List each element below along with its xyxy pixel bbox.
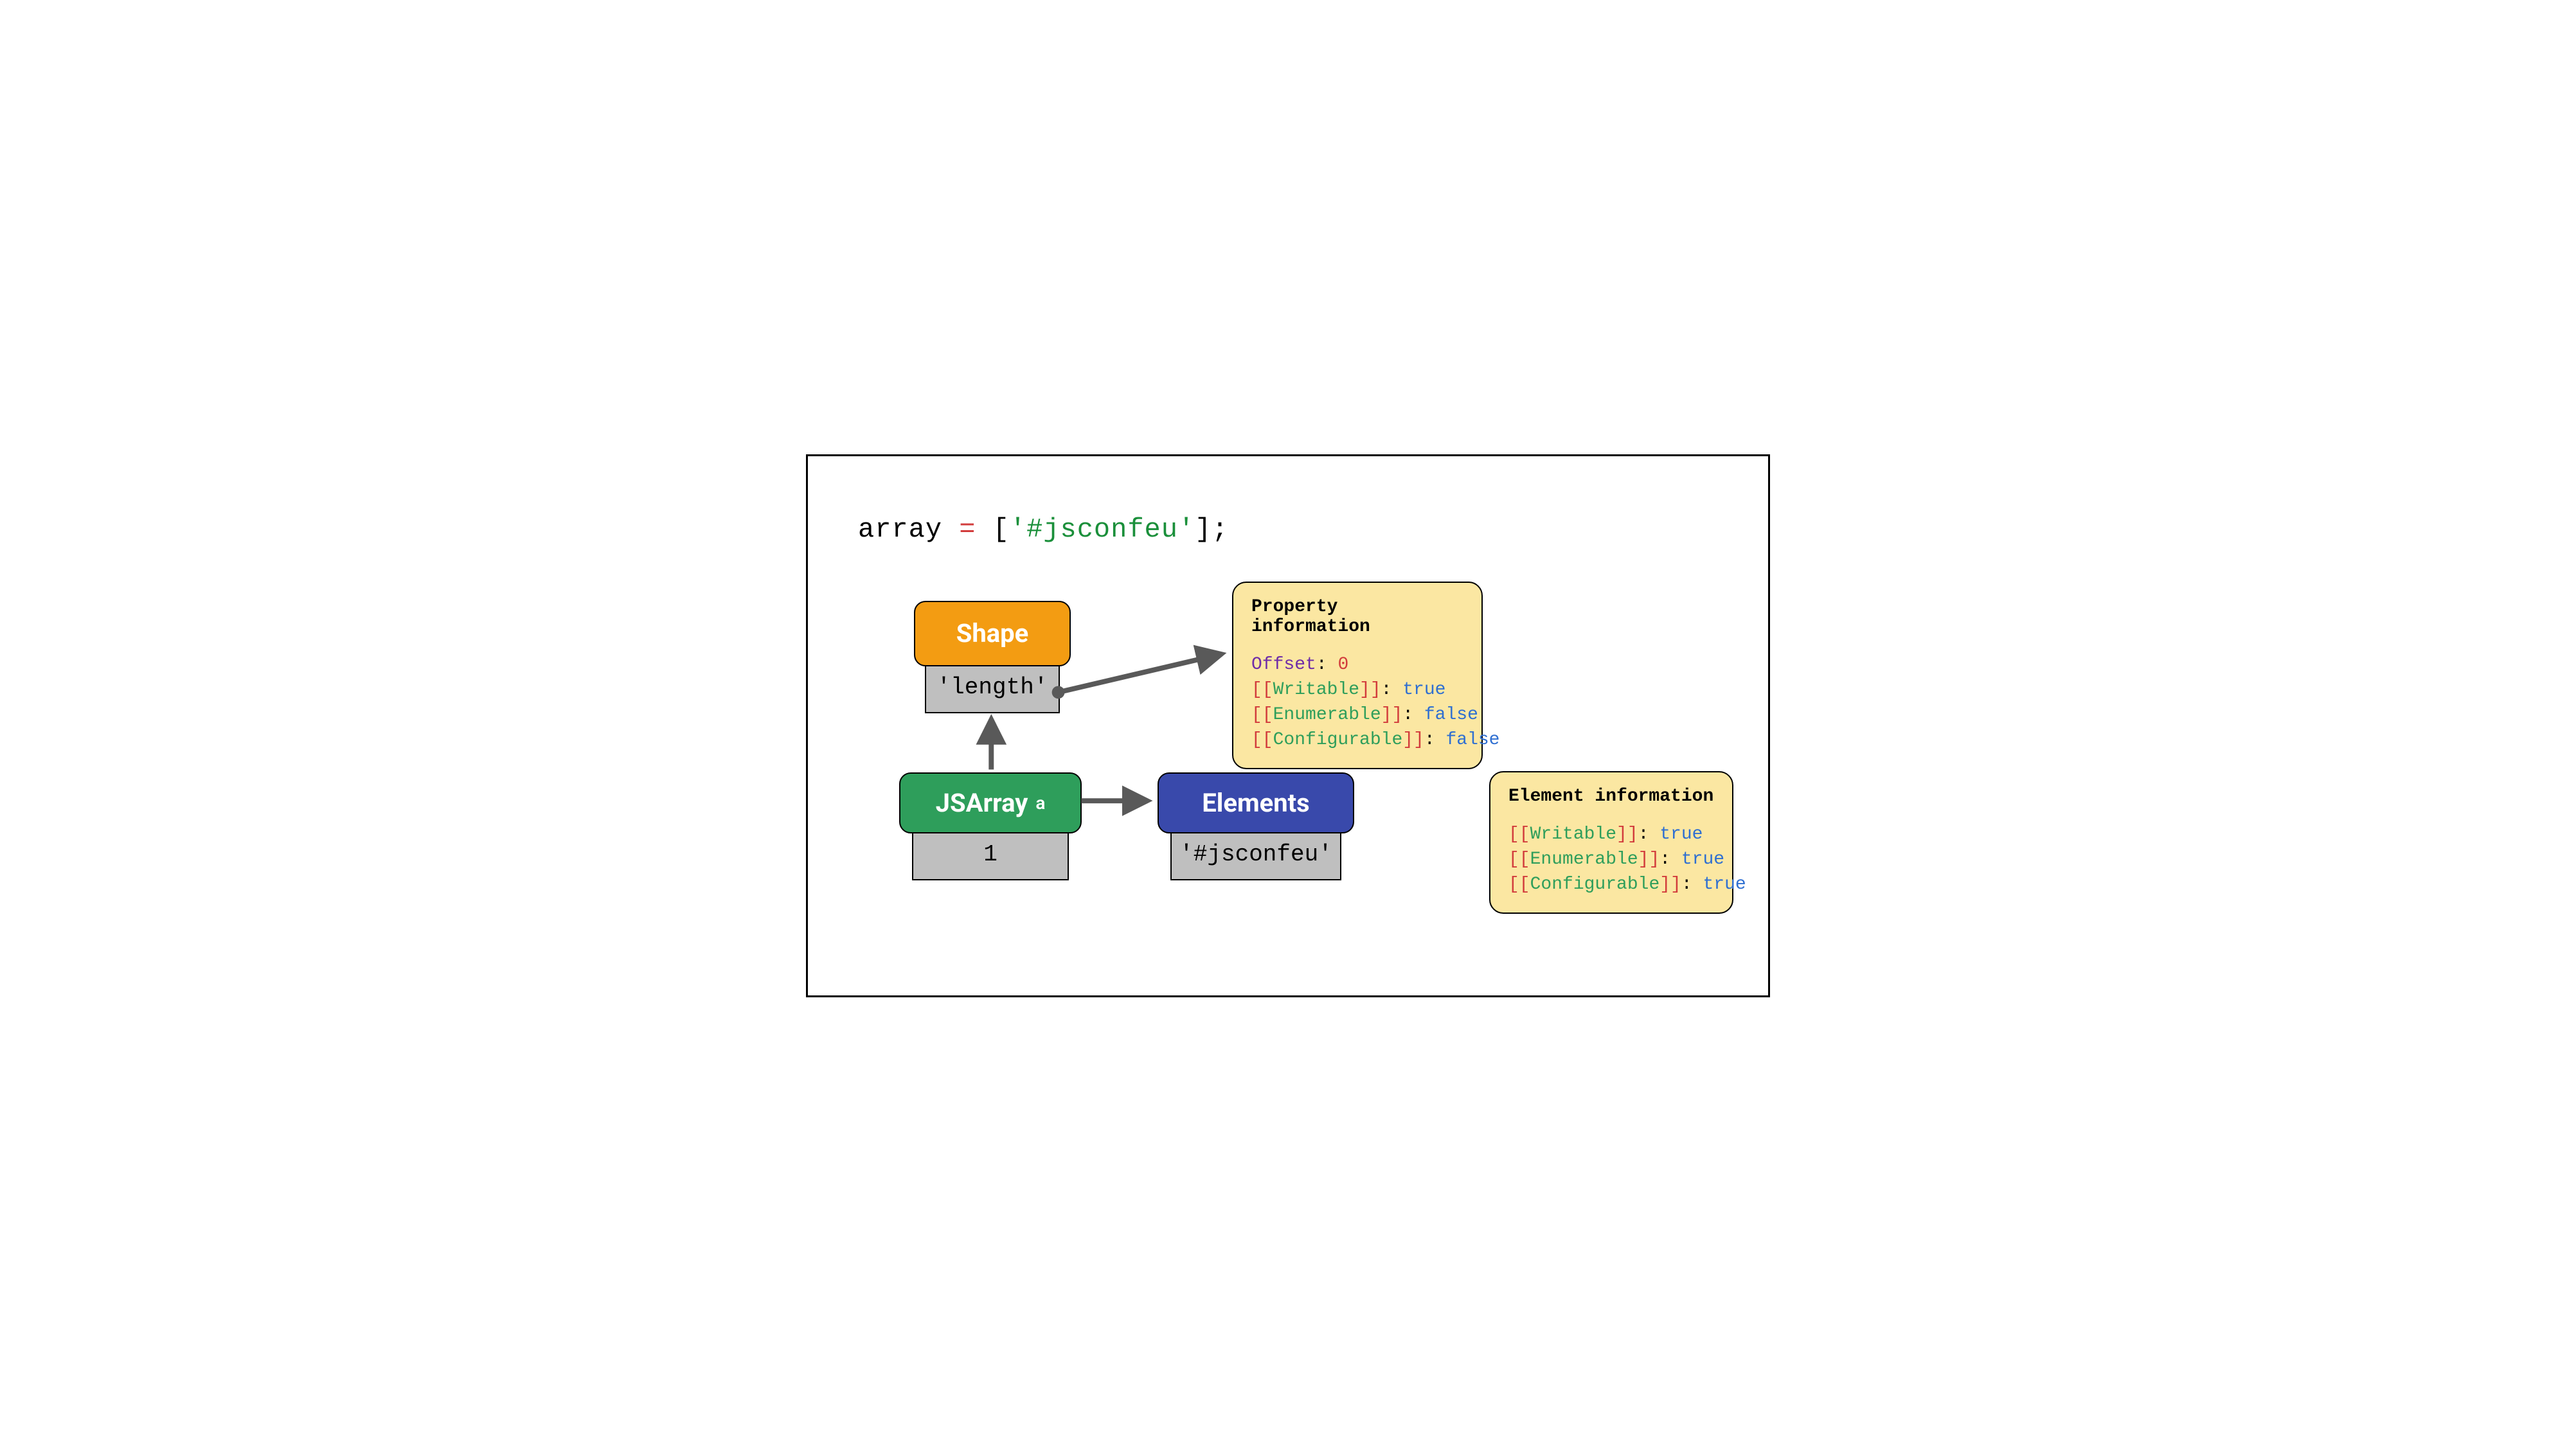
jsarray-length-slot: 1 [912,829,1069,880]
propinfo-enumerable: [[Enumerable]]: false [1251,702,1463,727]
shape-length-label: 'length' [937,674,1048,700]
propinfo-writable: [[[[Writable]]Writable]]: true [1251,677,1463,702]
shape-title: Shape [956,618,1029,648]
property-info-title: Property information [1251,597,1463,637]
code-varname: array [858,514,942,545]
jsarray-length-value: 1 [983,841,997,868]
code-string-open: ' [1010,514,1026,545]
elements-value: '#jsconfeu' [1179,841,1332,868]
code-bracket-close: ] [1195,514,1212,545]
code-declaration: array = ['#jsconfeu']; [858,514,1229,545]
code-semicolon: ; [1212,514,1228,545]
code-equals: = [942,514,993,545]
jsarray-box: JSArray a [899,772,1082,833]
propinfo-offset: Offset: 0 [1251,652,1463,677]
slide-frame: array = ['#jsconfeu']; Shape 'length' JS… [806,454,1770,997]
arrow-length-to-propinfo [1059,654,1222,692]
element-info-title: Element information [1508,787,1714,806]
jsarray-title: JSArray [936,788,1028,818]
propinfo-configurable: [[Configurable]]: false [1251,727,1463,752]
eleminfo-enumerable: [[Enumerable]]: true [1508,847,1714,872]
eleminfo-writable: [[Writable]]: true [1508,822,1714,847]
property-info-box: Property information Offset: 0 [[[[Writa… [1232,582,1483,770]
eleminfo-configurable: [[Configurable]]: true [1508,872,1714,897]
shape-length-slot: 'length' [925,662,1060,713]
elements-value-slot: '#jsconfeu' [1170,829,1341,880]
elements-title: Elements [1202,788,1309,818]
element-info-box: Element information [[Writable]]: true [… [1489,771,1733,914]
code-string-close: ' [1178,514,1195,545]
jsarray-suffix: a [1035,792,1045,814]
elements-box: Elements [1158,772,1354,833]
code-string-val: #jsconfeu [1026,514,1178,545]
code-bracket-open: [ [993,514,1010,545]
shape-box: Shape [914,601,1071,666]
